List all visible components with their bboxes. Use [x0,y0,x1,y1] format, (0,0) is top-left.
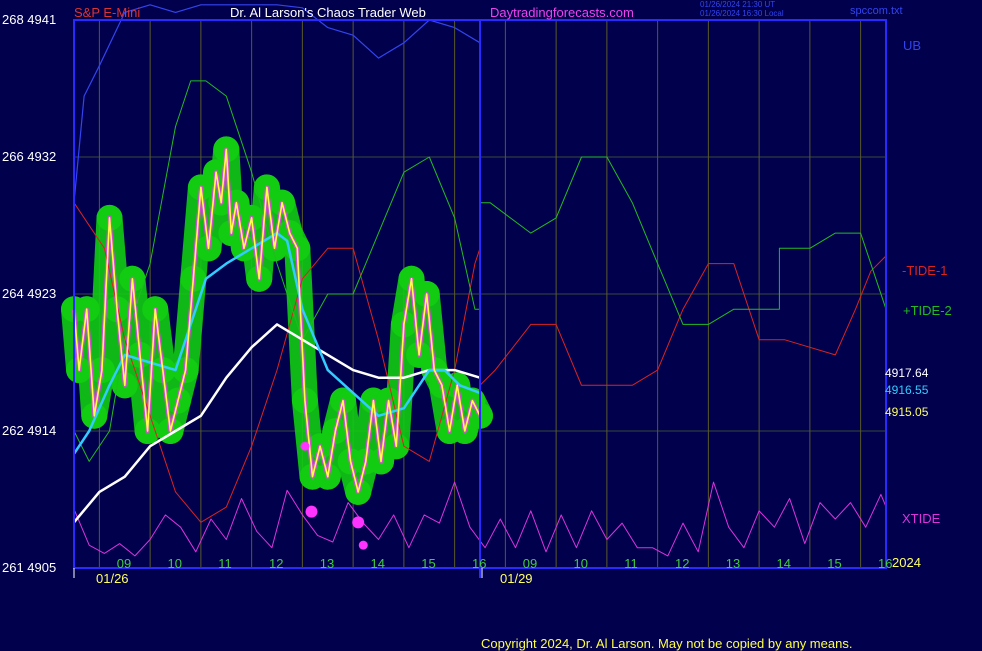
chart-canvas [61,4,887,578]
timestamp-utc: 01/26/2024 21:30 UT [700,0,776,9]
x-hour-label-8: 09 [522,556,538,571]
series-layer [61,4,887,557]
marker-3 [358,540,368,550]
site-url-link[interactable]: Daytradingforecasts.com [490,5,634,20]
x-hour-label-7: 16 [472,556,487,571]
y-tick-label-0: 268 4941 [2,12,57,27]
ub-line [73,4,481,203]
y-tick-label-4: 261 4905 [2,560,57,575]
readout-cyan-average: 4916.55 [885,383,929,397]
x-hour-label-15: 16 [878,556,893,571]
x-hour-label-9: 10 [573,556,588,571]
x-hour-label-0: 09 [116,556,132,571]
x-hour-label-5: 14 [370,556,385,571]
copyright-notice: Copyright 2024, Dr. Al Larson. May not b… [481,636,853,651]
source-file: spccom.txt [850,5,903,17]
x-hour-label-13: 14 [776,556,791,571]
y-tick-label-2: 264 4923 [2,286,57,301]
x-hour-label-3: 12 [269,556,284,571]
x-hour-label-10: 11 [624,556,638,571]
readout-price: 4915.05 [885,405,929,419]
y-tick-label-3: 262 4914 [2,423,57,438]
x-date-label-0: 01/26 [96,571,129,586]
tide1-label: -TIDE-1 [902,263,948,278]
instrument-title: S&P E-Mini [74,5,141,20]
x-hour-label-6: 15 [421,556,436,571]
marker-1 [305,505,318,518]
timestamp-local: 01/26/2024 16:30 Local [700,9,784,18]
x-hour-label-12: 13 [725,556,741,571]
year-label: 2024 [892,555,921,570]
site-title: Dr. Al Larson's Chaos Trader Web [230,5,426,20]
x-hour-label-11: 12 [675,556,690,571]
ub-label: UB [903,38,922,53]
y-tick-label-1: 266 4932 [2,149,57,164]
readout-white-average: 4917.64 [885,366,929,380]
marker-0 [300,441,310,451]
tide2-label: +TIDE-2 [903,303,952,318]
xtide-label: XTIDE [902,511,941,526]
marker-2 [352,516,365,529]
x-hour-label-2: 11 [218,556,232,571]
x-date-label-1: 01/29 [500,571,533,586]
x-hour-label-4: 13 [319,556,335,571]
x-hour-label-1: 10 [167,556,182,571]
x-hour-label-14: 15 [827,556,842,571]
